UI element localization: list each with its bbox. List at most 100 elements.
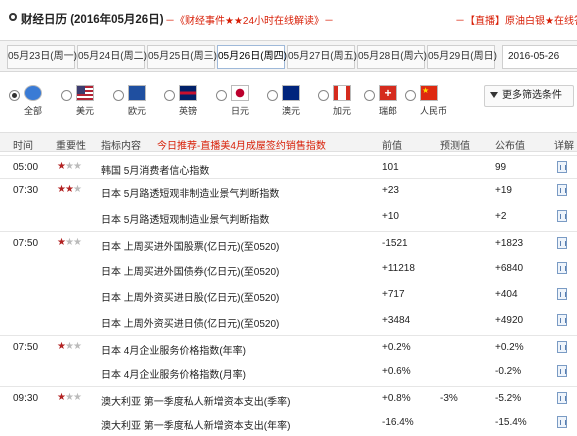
radio-cny[interactable] — [405, 90, 416, 101]
detail-chart-icon[interactable] — [557, 237, 567, 249]
funnel-icon — [490, 92, 498, 98]
cell-actual: 99 — [495, 162, 507, 173]
cell-actual: -0.2% — [495, 366, 522, 377]
eu-flag-icon — [128, 85, 146, 101]
radio-gbp[interactable] — [164, 90, 175, 101]
cell-time: 07:50 — [13, 238, 39, 249]
filter-label: 澳元 — [282, 106, 301, 116]
currency-filter-row: 全部 美元 欧元 英镑 日元 澳元 加元 + 瑞郎 ★ 人民币 更多筛选条件 — [0, 76, 577, 122]
cell-actual: -5.2% — [495, 393, 522, 404]
cell-time: 09:30 — [13, 393, 39, 404]
cell-indicator: 日本 4月企业服务价格指数(月率) — [101, 370, 246, 381]
filter-label: 全部 — [24, 106, 43, 116]
globe-icon — [24, 85, 42, 101]
star-filled-icon: ★ — [57, 392, 66, 403]
star-empty-icon: ★ — [64, 161, 74, 172]
col-promo-link[interactable]: 今日推荐-直播美4月成屋签约销售指数 — [157, 137, 326, 152]
detail-chart-icon[interactable] — [557, 161, 567, 173]
star-empty-icon: ★ — [72, 237, 82, 248]
filter-label: 英镑 — [179, 106, 198, 116]
cell-indicator: 日本 5月路透短观制造业景气判断指数 — [101, 215, 270, 226]
cell-indicator: 澳大利亚 第一季度私人新增资本支出(年率) — [101, 421, 291, 432]
cell-actual: +4920 — [495, 315, 524, 326]
detail-chart-icon[interactable] — [557, 184, 567, 196]
swiss-flag-icon: + — [379, 85, 397, 101]
filter-gbp[interactable]: 英镑 — [164, 82, 220, 118]
table-row: 05:00 ★★★ 韩国 5月消费者信心指数 101 99 — [0, 155, 577, 178]
star-filled-icon: ★ — [57, 237, 66, 248]
cell-actual: -15.4% — [495, 417, 527, 428]
star-empty-icon: ★ — [72, 184, 82, 195]
col-previous: 前值 — [382, 141, 402, 152]
col-actual: 公布值 — [495, 141, 525, 152]
radio-usd[interactable] — [61, 90, 72, 101]
radio-cad[interactable] — [318, 90, 329, 101]
date-tab-0527[interactable]: 05月27日(周五) — [287, 45, 357, 69]
radio-aud[interactable] — [267, 90, 278, 101]
filter-label: 美元 — [76, 106, 95, 116]
detail-chart-icon[interactable] — [557, 392, 567, 404]
filter-jpy[interactable]: 日元 — [216, 82, 272, 118]
cell-actual: +1823 — [495, 238, 524, 249]
date-tab-0523[interactable]: 05月23日(周一) — [7, 45, 77, 69]
col-importance: 重要性 — [56, 141, 86, 152]
cell-previous: +0.6% — [382, 366, 411, 377]
table-header: 时间 重要性 指标内容 今日推荐-直播美4月成屋签约销售指数 前值 预测值 公布… — [0, 132, 577, 152]
star-empty-icon: ★ — [72, 161, 82, 172]
title-bar: 财经日历 (2016年05月26日) －《财经事件★★24小时在线解读》－ －【… — [0, 0, 577, 36]
cell-indicator: 日本 5月路透短观非制造业景气判断指数 — [101, 189, 280, 200]
filter-cny[interactable]: ★ 人民币 — [405, 82, 461, 118]
date-tab-0529[interactable]: 05月29日(周日) — [427, 45, 497, 69]
promo-link-left[interactable]: －《财经事件★★24小时在线解读》－ — [165, 12, 334, 27]
detail-chart-icon[interactable] — [557, 365, 567, 377]
cell-previous: +717 — [382, 289, 405, 300]
detail-chart-icon[interactable] — [557, 314, 567, 326]
cell-indicator: 日本 4月企业服务价格指数(年率) — [101, 346, 246, 357]
us-flag-icon — [76, 85, 94, 101]
filter-all[interactable]: 全部 — [9, 82, 65, 118]
cell-indicator: 澳大利亚 第一季度私人新增资本支出(季率) — [101, 397, 291, 408]
date-input[interactable]: 2016-05-26 — [502, 45, 577, 69]
cell-previous: +0.2% — [382, 342, 411, 353]
radio-jpy[interactable] — [216, 90, 227, 101]
radio-all[interactable] — [9, 90, 20, 101]
star-empty-icon: ★ — [72, 392, 82, 403]
detail-chart-icon[interactable] — [557, 416, 567, 428]
star-filled-icon: ★ — [57, 161, 66, 172]
table-row: 09:30 ★★★ 澳大利亚 第一季度私人新增资本支出(季率) +0.8% -3% -5.… — [0, 386, 577, 409]
date-tab-0528[interactable]: 05月28日(周六) — [357, 45, 427, 69]
more-filters-button[interactable]: 更多筛选条件 — [484, 85, 574, 107]
filter-aud[interactable]: 澳元 — [267, 82, 323, 118]
filter-label: 日元 — [231, 106, 250, 116]
detail-chart-icon[interactable] — [557, 262, 567, 274]
importance-stars: ★★★ — [57, 341, 82, 352]
filter-usd[interactable]: 美元 — [61, 82, 117, 118]
cell-forecast: -3% — [440, 393, 458, 404]
cell-indicator: 日本 上周外资买进日股(亿日元)(至0520) — [101, 293, 280, 304]
col-time: 时间 — [13, 141, 33, 152]
china-flag-icon: ★ — [420, 85, 438, 101]
importance-stars: ★★★ — [57, 392, 82, 403]
table-row: 日本 上周外资买进日债(亿日元)(至0520) +3484 +4920 — [0, 309, 577, 332]
date-tab-0524[interactable]: 05月24日(周二) — [77, 45, 147, 69]
date-tab-0525[interactable]: 05月25日(周三) — [147, 45, 217, 69]
cell-actual: +0.2% — [495, 342, 524, 353]
filter-eur[interactable]: 欧元 — [113, 82, 169, 118]
cell-previous: +23 — [382, 185, 399, 196]
cell-actual: +2 — [495, 211, 507, 222]
radio-chf[interactable] — [364, 90, 375, 101]
date-tab-bar: 05月23日(周一) 05月24日(周二) 05月25日(周三) 05月26日(… — [0, 40, 577, 72]
cell-indicator: 日本 上周买进外国股票(亿日元)(至0520) — [101, 242, 280, 253]
star-empty-icon: ★ — [64, 341, 74, 352]
star-filled-icon: ★ — [57, 341, 66, 352]
detail-chart-icon[interactable] — [557, 341, 567, 353]
radio-eur[interactable] — [113, 90, 124, 101]
detail-chart-icon[interactable] — [557, 210, 567, 222]
table-row: 07:50 ★★★ 日本 4月企业服务价格指数(年率) +0.2% +0.2% — [0, 335, 577, 358]
filter-label: 人民币 — [420, 106, 448, 116]
cell-actual: +19 — [495, 185, 512, 196]
cell-time: 05:00 — [13, 162, 39, 173]
detail-chart-icon[interactable] — [557, 288, 567, 300]
promo-link-right[interactable]: －【直播】原油白银★在线答疑 — [455, 12, 577, 27]
date-tab-0526[interactable]: 05月26日(周四) — [217, 45, 287, 69]
